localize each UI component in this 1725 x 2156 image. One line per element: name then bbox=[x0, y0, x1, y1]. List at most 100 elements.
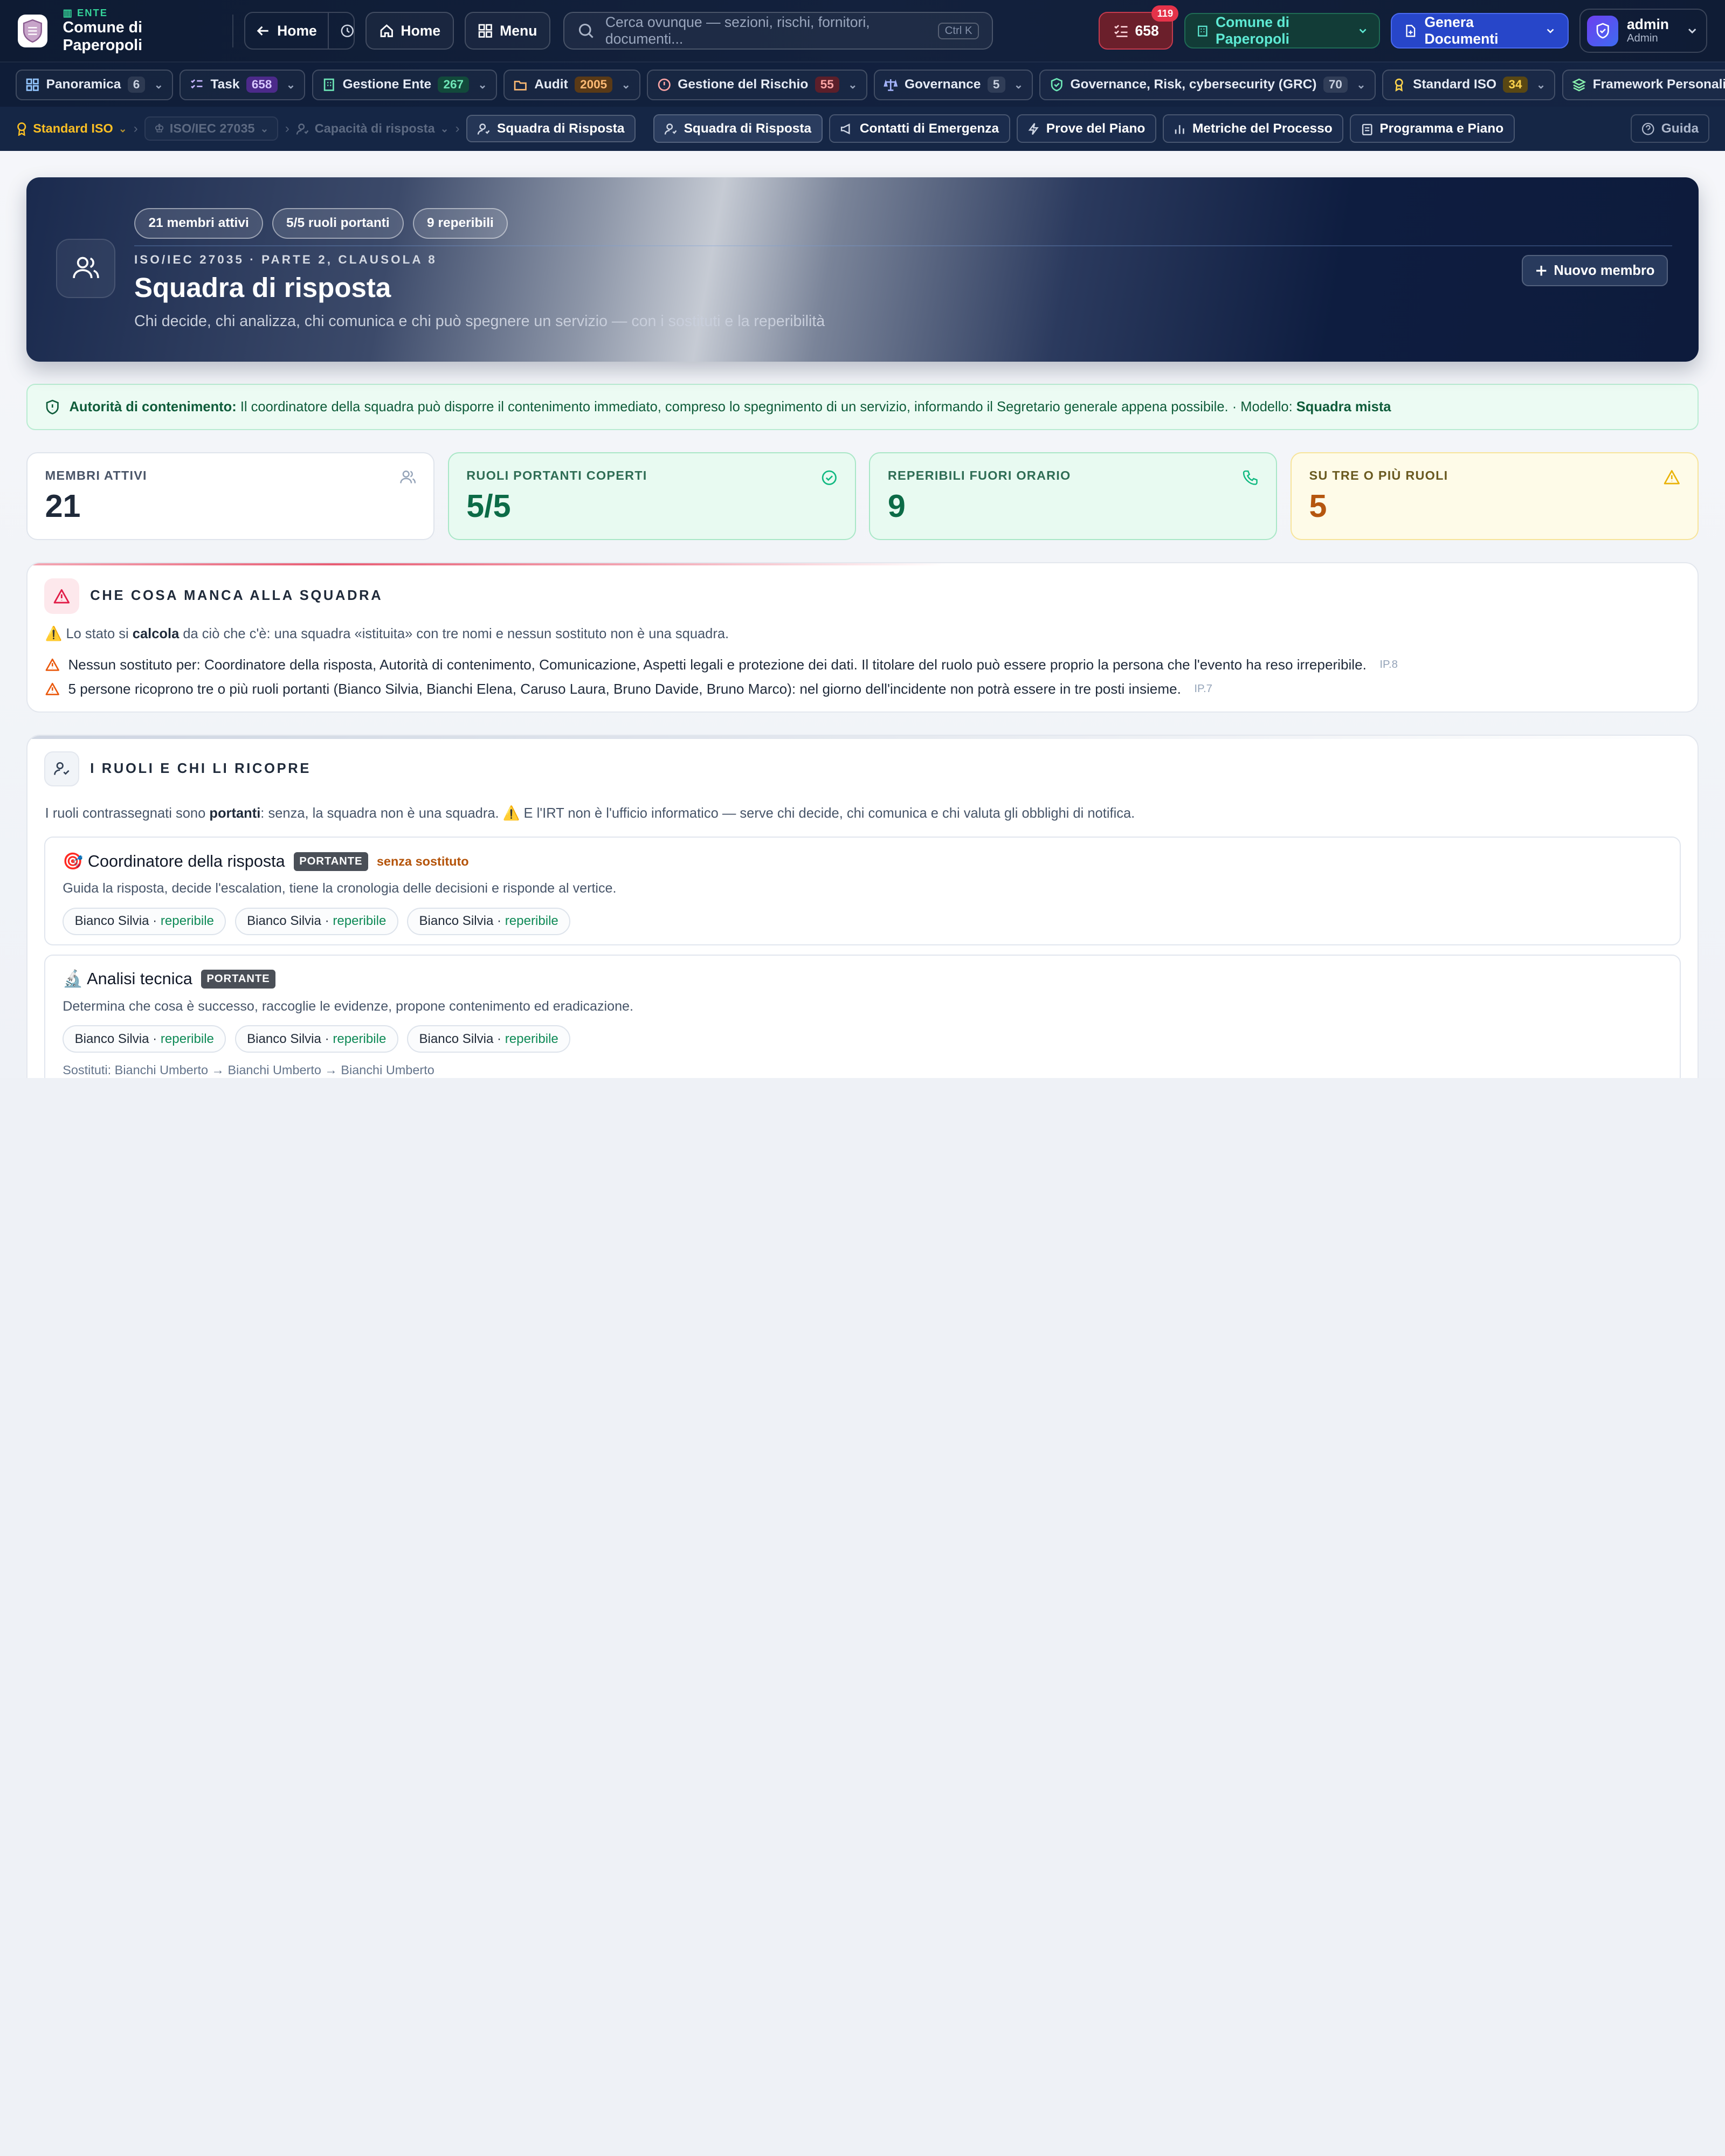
nav-count: 55 bbox=[815, 77, 839, 93]
role-members: Bianco Silvia · reperibile Bianco Silvia… bbox=[63, 1025, 1662, 1053]
member-chip[interactable]: Bianco Silvia · reperibile bbox=[407, 907, 571, 935]
help-circle-icon bbox=[1641, 122, 1654, 135]
authority-label: Autorità di contenimento: bbox=[69, 399, 237, 414]
member-chip[interactable]: Bianco Silvia · reperibile bbox=[407, 1025, 571, 1053]
member-chip[interactable]: Bianco Silvia · reperibile bbox=[63, 907, 226, 935]
new-member-button[interactable]: Nuovo membro bbox=[1522, 255, 1668, 286]
hero-kicker: ISO/IEC 27035 · PARTE 2, CLAUSOLA 8 bbox=[134, 253, 437, 267]
kpi-label: SU TRE O PIÙ RUOLI bbox=[1309, 468, 1448, 483]
member-chip[interactable]: Bianco Silvia · reperibile bbox=[63, 1025, 226, 1053]
member-name: Bianco Silvia bbox=[247, 914, 321, 929]
nav-item-audit[interactable]: Audit 2005 ⌄ bbox=[503, 69, 640, 100]
gap-item: 5 persone ricoprono tre o più ruoli port… bbox=[27, 681, 1698, 697]
tasks-button[interactable]: 658 119 bbox=[1099, 5, 1179, 50]
breadcrumb-capacity-label: Capacità di risposta bbox=[314, 121, 435, 136]
home-button[interactable]: Home bbox=[365, 12, 454, 50]
role-name: 🎯 Coordinatore della risposta bbox=[63, 852, 285, 871]
member-status: reperibile bbox=[160, 914, 214, 929]
role-warning: senza sostituto bbox=[376, 854, 469, 868]
kpi-members: MEMBRI ATTIVI 21 bbox=[26, 452, 435, 540]
role-name-text: Coordinatore della risposta bbox=[87, 852, 285, 870]
member-chip[interactable]: Bianco Silvia · reperibile bbox=[234, 907, 398, 935]
menu-button[interactable]: Menu bbox=[464, 12, 550, 50]
user-menu[interactable]: admin Admin bbox=[1579, 9, 1708, 53]
role-description: Guida la risposta, decide l'escalation, … bbox=[63, 881, 617, 896]
nav-item-standard-iso[interactable]: Standard ISO 34 ⌄ bbox=[1382, 69, 1556, 100]
member-status: reperibile bbox=[333, 1031, 387, 1046]
subnav-programma[interactable]: Programma e Piano bbox=[1350, 114, 1515, 143]
user-check-icon bbox=[664, 123, 677, 135]
nav-icon bbox=[1051, 78, 1062, 92]
hero-divider bbox=[134, 245, 1673, 247]
chevron-down-icon: ⌄ bbox=[1536, 79, 1546, 91]
breadcrumb-standard-label: Standard ISO bbox=[33, 121, 113, 136]
user-check-icon bbox=[296, 123, 309, 135]
kpi-value: 5 bbox=[1309, 488, 1327, 524]
clipboard-icon bbox=[1362, 123, 1372, 135]
ente-selector-label: Comune di Paperopoli bbox=[1215, 14, 1290, 47]
subnav-contatti[interactable]: Contatti di Emergenza bbox=[829, 114, 1010, 143]
hero-banner: 21 membri attivi 5/5 ruoli portanti 9 re… bbox=[26, 177, 1699, 362]
ente-label: ▥ ENTE bbox=[63, 7, 108, 19]
roles-header: I RUOLI E CHI LI RICOPRE bbox=[27, 736, 1698, 787]
chevron-down-icon: ⌄ bbox=[848, 79, 858, 91]
subnav-prove-label: Prove del Piano bbox=[1046, 121, 1146, 136]
member-chip[interactable]: Bianco Silvia · reperibile bbox=[234, 1025, 398, 1053]
roles-intro-pre: I ruoli contrassegnati sono bbox=[45, 805, 206, 821]
breadcrumb-iso-label: ISO/IEC 27035 bbox=[169, 121, 255, 136]
subnav-metriche[interactable]: Metriche del Processo bbox=[1162, 114, 1344, 143]
role-card[interactable]: 🎯 Coordinatore della risposta PORTANTE s… bbox=[44, 837, 1681, 946]
sub-nav: Standard ISO ⌄ › ♔ ISO/IEC 27035 ⌄ › Cap… bbox=[0, 106, 1725, 151]
nav-label: Governance, Risk, cybersecurity (GRC) bbox=[1070, 77, 1317, 92]
nav-item-framework-personalizzati[interactable]: Framework Personalizzati bbox=[1562, 69, 1725, 100]
nav-item-governance[interactable]: Governance 5 ⌄ bbox=[873, 69, 1033, 100]
main-nav: Panoramica 6 ⌄ Task 658 ⌄ Gestione Ente 267 ⌄ Aud… bbox=[0, 61, 1725, 107]
subnav-squadra-label: Squadra di Risposta bbox=[684, 121, 812, 136]
role-card[interactable]: 🔬 Analisi tecnica PORTANTE Determina che… bbox=[44, 954, 1681, 1078]
guide-button[interactable]: Guida bbox=[1630, 114, 1710, 143]
subnav-prove[interactable]: Prove del Piano bbox=[1016, 114, 1156, 143]
search-shortcut: Ctrl K bbox=[938, 22, 979, 39]
nav-icon bbox=[884, 79, 898, 91]
breadcrumb-capacity[interactable]: Capacità di risposta ⌄ bbox=[296, 116, 448, 141]
breadcrumb-standard[interactable]: Standard ISO ⌄ bbox=[16, 116, 127, 141]
ente-selector[interactable]: Comune di Paperopoli bbox=[1184, 13, 1380, 49]
back-home-label: Home bbox=[277, 22, 317, 39]
nav-icon bbox=[658, 78, 671, 91]
member-status: reperibile bbox=[505, 914, 558, 929]
breadcrumb-iso[interactable]: ♔ ISO/IEC 27035 ⌄ bbox=[144, 116, 279, 141]
search-icon bbox=[578, 23, 594, 38]
nav-count: 658 bbox=[246, 77, 278, 93]
gaps-header: CHE COSA MANCA ALLA SQUADRA bbox=[27, 563, 1698, 614]
tasks-count: 658 bbox=[1135, 22, 1159, 39]
nav-count: 6 bbox=[127, 77, 146, 93]
nav-item-gestione-del-rischio[interactable]: Gestione del Rischio 55 ⌄ bbox=[647, 69, 867, 100]
gap-item-ref: IP.8 bbox=[1379, 658, 1398, 671]
hero-pill-reachable: 9 reperibili bbox=[412, 208, 508, 239]
search-input[interactable]: Cerca ovunque — sezioni, rischi, fornito… bbox=[563, 12, 993, 50]
back-home-button[interactable]: Home bbox=[245, 13, 328, 48]
nav-item-task[interactable]: Task 658 ⌄ bbox=[180, 69, 306, 100]
building-icon bbox=[1198, 25, 1208, 37]
kpi-value: 9 bbox=[887, 488, 906, 524]
ente-logo[interactable] bbox=[17, 14, 47, 47]
nav-item-governance-risk-cybersecurity-grc[interactable]: Governance, Risk, cybersecurity (GRC) 70 ⌄ bbox=[1039, 69, 1376, 100]
gaps-intro-pre: ⚠️ Lo stato si bbox=[45, 626, 129, 642]
warning-icon bbox=[45, 658, 59, 671]
card-accent bbox=[27, 563, 946, 565]
microscope-icon: 🔬 bbox=[63, 970, 84, 989]
breadcrumb-current-label: Squadra di Risposta bbox=[496, 121, 625, 136]
breadcrumb-separator: › bbox=[133, 121, 138, 136]
nav-item-panoramica[interactable]: Panoramica 6 ⌄ bbox=[15, 69, 174, 100]
breadcrumb-current[interactable]: Squadra di Risposta bbox=[466, 115, 636, 143]
chevron-down-icon: ⌄ bbox=[286, 79, 295, 91]
generate-documents-button[interactable]: Genera Documenti bbox=[1391, 13, 1569, 49]
warning-icon bbox=[45, 682, 59, 695]
shield-icon bbox=[1596, 23, 1609, 39]
nav-item-gestione-ente[interactable]: Gestione Ente 267 ⌄ bbox=[312, 69, 497, 100]
history-button[interactable] bbox=[328, 13, 354, 49]
history-icon bbox=[341, 24, 354, 37]
subnav-squadra[interactable]: Squadra di Risposta bbox=[653, 114, 823, 143]
role-header: 🔬 Analisi tecnica PORTANTE bbox=[63, 970, 1662, 989]
top-bar: ▥ ENTE Comune di Paperopoli Home Home Me… bbox=[0, 0, 1725, 62]
